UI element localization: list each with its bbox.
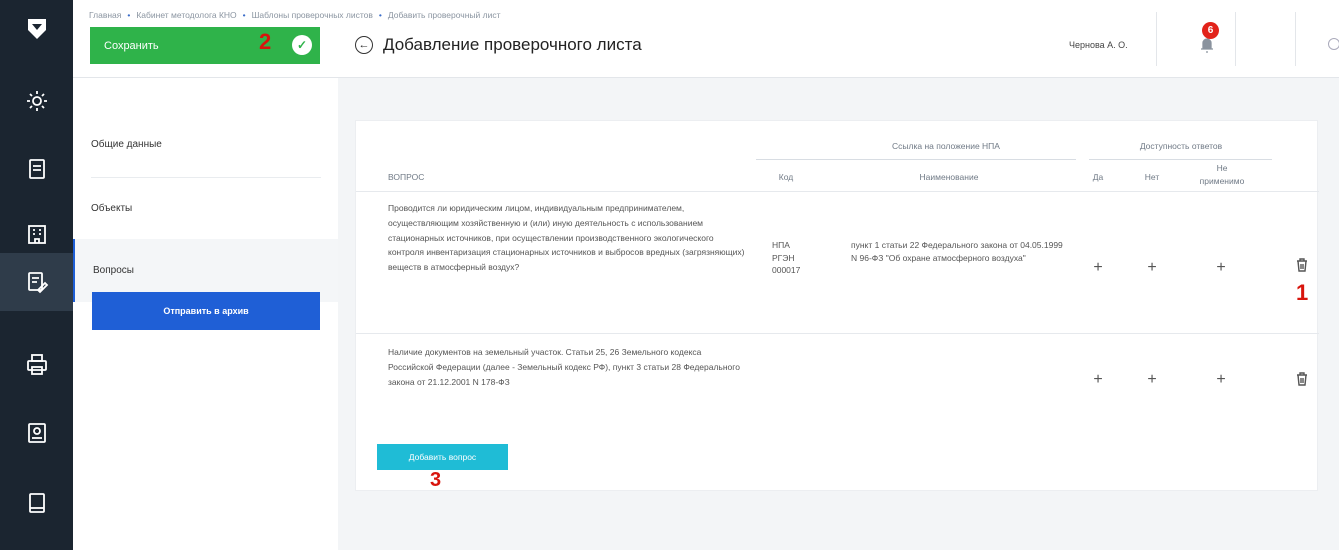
row-2-yes-plus-icon[interactable]: + xyxy=(1090,371,1106,389)
breadcrumb: Главная • Кабинет методолога КНО • Шабло… xyxy=(89,10,501,20)
edit-document-icon[interactable] xyxy=(0,253,73,311)
document-icon[interactable] xyxy=(0,140,73,198)
section-nav-item-general[interactable]: Общие данные xyxy=(73,110,338,178)
section-nav-item-objects[interactable]: Объекты xyxy=(73,178,338,239)
header-bottom-border xyxy=(356,191,1319,192)
column-group-npa: Ссылка на положение НПА xyxy=(892,141,1000,151)
column-header-question: ВОПРОС xyxy=(388,172,425,182)
add-question-button[interactable]: Добавить вопрос xyxy=(377,444,508,470)
column-header-no: Нет xyxy=(1144,172,1160,182)
section-nav-label: Вопросы xyxy=(93,265,134,276)
row-2-question: Наличие документов на земельный участок.… xyxy=(388,347,740,387)
section-nav-label: Общие данные xyxy=(91,138,162,150)
header-divider xyxy=(1089,159,1272,160)
row-1-question: Проводится ли юридическим лицом, индивид… xyxy=(388,203,745,273)
header-divider xyxy=(1235,12,1236,66)
column-header-na-line2: применимо xyxy=(1199,176,1245,186)
section-nav-label: Объекты xyxy=(91,203,133,214)
breadcrumb-separator: • xyxy=(242,10,246,20)
row-2-trash-icon[interactable] xyxy=(1292,369,1312,389)
row-1-code: НПА РГЭН 000017 xyxy=(772,240,801,275)
notification-badge: 6 xyxy=(1202,22,1219,39)
row-1-na-plus-icon[interactable]: + xyxy=(1213,259,1229,277)
certificate-icon[interactable] xyxy=(0,404,73,462)
callout-3: 3 xyxy=(430,469,442,491)
column-group-answers: Доступность ответов xyxy=(1139,141,1223,151)
section-nav: Общие данные Объекты Вопросы Отправить в… xyxy=(73,78,338,550)
callout-1: 1 xyxy=(1296,280,1309,305)
check-icon: ✓ xyxy=(292,35,312,55)
user-name[interactable]: Чернова А. О. xyxy=(1069,40,1128,50)
settings-icon[interactable] xyxy=(1328,38,1339,50)
header-divider xyxy=(1295,12,1296,66)
row-1-yes-plus-icon[interactable]: + xyxy=(1090,259,1106,277)
left-rail xyxy=(0,0,73,550)
column-header-yes: Да xyxy=(1092,172,1104,182)
header-divider xyxy=(756,159,1076,160)
column-header-code: Код xyxy=(778,172,794,182)
column-header-na-line1: Не xyxy=(1216,163,1228,173)
app-root: Главная • Кабинет методолога КНО • Шабло… xyxy=(0,0,1339,550)
printer-icon[interactable] xyxy=(0,336,73,394)
back-arrow-icon[interactable]: ← xyxy=(355,36,373,54)
header-divider xyxy=(1156,12,1157,66)
main-content: ВОПРОС Ссылка на положение НПА Доступнос… xyxy=(338,78,1339,550)
breadcrumb-item-home[interactable]: Главная xyxy=(89,10,121,20)
column-header-name: Наименование xyxy=(919,172,979,182)
breadcrumb-item-cabinet[interactable]: Кабинет методолога КНО xyxy=(136,10,236,20)
row-divider xyxy=(356,333,1319,334)
breadcrumb-item-current: Добавить проверочный лист xyxy=(387,10,501,20)
top-header: Главная • Кабинет методолога КНО • Шабло… xyxy=(73,0,1339,78)
row-1-trash-icon[interactable] xyxy=(1292,255,1312,275)
breadcrumb-separator: • xyxy=(378,10,382,20)
callout-2: 2 xyxy=(259,29,272,54)
row-2-no-plus-icon[interactable]: + xyxy=(1144,371,1160,389)
save-button[interactable]: Сохранить ✓ xyxy=(90,27,320,64)
breadcrumb-separator: • xyxy=(127,10,131,20)
row-1-no-plus-icon[interactable]: + xyxy=(1144,259,1160,277)
row-2-na-plus-icon[interactable]: + xyxy=(1213,371,1229,389)
archive-button[interactable]: Отправить в архив xyxy=(92,292,320,330)
questions-table: ВОПРОС Ссылка на положение НПА Доступнос… xyxy=(355,120,1319,491)
gear-icon[interactable] xyxy=(0,72,73,130)
book-icon[interactable] xyxy=(0,474,73,532)
row-1-name: пункт 1 статьи 22 Федерального закона от… xyxy=(851,240,1063,263)
breadcrumb-item-templates[interactable]: Шаблоны проверочных листов xyxy=(252,10,373,20)
save-button-label: Сохранить xyxy=(104,39,159,52)
page-title: Добавление проверочного листа xyxy=(383,35,642,54)
shield-logo-icon[interactable] xyxy=(0,0,73,58)
